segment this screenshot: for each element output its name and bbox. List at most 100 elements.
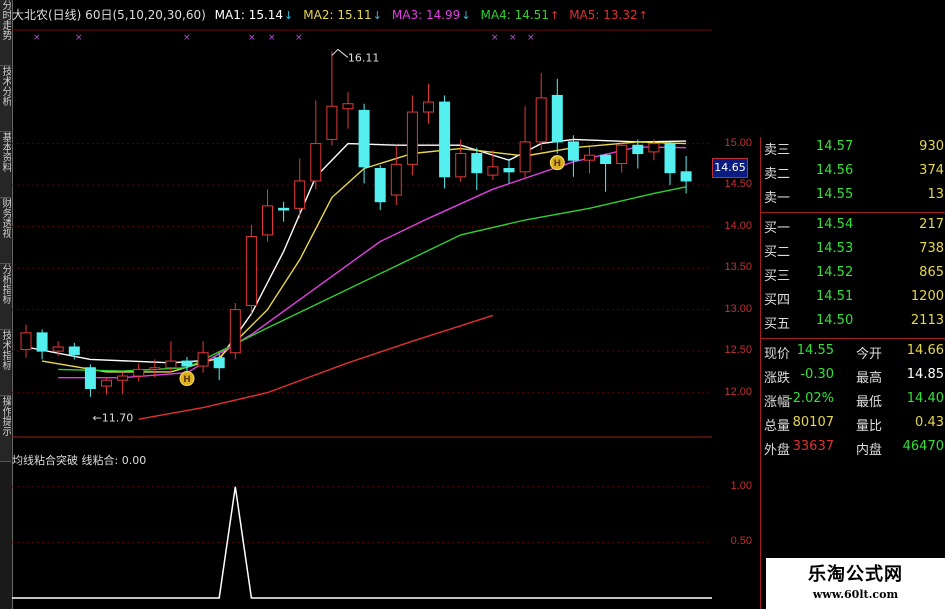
candle[interactable] (535, 73, 547, 151)
candle-body (680, 171, 692, 182)
candle[interactable] (616, 141, 628, 173)
candle[interactable] (519, 106, 531, 179)
sidebar-tab-1[interactable]: 分时走势 (0, 0, 11, 66)
quote-price: 14.55 (816, 187, 854, 202)
quote-panel: 卖三 14.57 930 卖二 14.56 374 卖一 14.55 13 买一 14.54 217 买… (760, 137, 945, 609)
candle-body (84, 367, 96, 389)
price-tick: 14.00 (724, 219, 752, 232)
candle[interactable] (503, 158, 515, 184)
candle[interactable] (390, 145, 402, 206)
candle[interactable] (406, 95, 418, 176)
candle[interactable] (84, 364, 96, 397)
candle[interactable] (20, 324, 32, 358)
ma-label-3: MA3: 14.99↓ (391, 8, 471, 22)
price-axis: 15.00 14.50 14.00 13.50 13.00 12.50 12.00 1.00 0… (712, 0, 760, 609)
bid-row: 买三 14.52 865 (761, 265, 945, 287)
quote-vol: 1200 (910, 289, 944, 304)
candle[interactable] (278, 201, 290, 222)
candle-body (374, 167, 386, 203)
sidebar-tab-2[interactable]: 技术分析 (0, 66, 11, 132)
candle-body (20, 332, 32, 350)
star-mark: × (491, 33, 499, 43)
candle[interactable] (229, 302, 241, 360)
sidebar-tab-4[interactable]: 财务透视 (0, 198, 11, 264)
ma-arrow-icon: ↑ (638, 9, 648, 22)
candle-body (616, 144, 628, 165)
candle-body (294, 180, 306, 209)
price-tick: 13.50 (724, 261, 752, 274)
stat-value: -2.02% (788, 391, 834, 406)
sidebar-tab-5[interactable]: 分析指标 (0, 264, 11, 330)
quote-label: 买二 (764, 245, 791, 260)
candle[interactable] (632, 139, 644, 169)
stat-label: 今开 (856, 347, 883, 362)
stat-label: 内盘 (856, 443, 883, 458)
indicator-header: 均线粘合突破 线粘合: 0.00 (12, 454, 147, 467)
candle-body (567, 141, 579, 161)
h-signal-icon: H (179, 371, 195, 387)
candle[interactable] (36, 329, 48, 360)
candle[interactable] (262, 189, 273, 242)
candle-body (535, 97, 547, 143)
bid-row: 买一 14.54 217 (761, 217, 945, 239)
candle[interactable] (664, 141, 676, 186)
candle[interactable] (584, 146, 595, 174)
candle-body (278, 207, 290, 211)
stat-value: 14.66 (906, 343, 944, 358)
candle[interactable] (197, 341, 209, 373)
ask-row: 卖一 14.55 13 (761, 187, 945, 209)
stat-label: 涨跌 (764, 371, 791, 386)
bid-row: 买二 14.53 738 (761, 241, 945, 263)
quote-vol: 217 (919, 217, 944, 232)
quote-price: 14.54 (816, 217, 854, 232)
candle[interactable] (567, 135, 579, 177)
candle[interactable] (326, 51, 338, 146)
candle-body (197, 352, 209, 367)
candle[interactable] (101, 377, 112, 395)
candle[interactable] (117, 372, 129, 395)
ma-arrow-icon: ↑ (549, 9, 560, 22)
bid-row: 买五 14.50 2113 (761, 313, 945, 335)
candle[interactable] (245, 224, 257, 314)
watermark-title: 乐淘公式网 (808, 564, 903, 585)
sidebar-tab-3[interactable]: 基本资料 (0, 132, 11, 198)
candle-body (584, 154, 595, 161)
candle-body (503, 167, 515, 173)
candle[interactable] (213, 352, 225, 381)
stat-row: 外盘 33637 内盘 46470 (761, 439, 945, 462)
price-tick: 12.00 (724, 385, 752, 398)
stat-label: 涨幅 (764, 395, 791, 410)
sidebar-tab-6[interactable]: 技术指标 (0, 330, 11, 396)
candle[interactable] (294, 158, 306, 219)
candle[interactable] (374, 165, 386, 210)
candle[interactable] (439, 95, 451, 189)
star-mark: × (295, 33, 303, 43)
stat-value: 14.55 (796, 343, 834, 358)
candle[interactable] (471, 147, 483, 191)
candle[interactable] (342, 92, 354, 129)
candle-body (133, 368, 145, 377)
candle-body (245, 236, 257, 306)
stat-label: 现价 (764, 347, 791, 362)
stat-value: -0.30 (800, 367, 834, 382)
candle-body (600, 154, 612, 165)
candle-body (181, 360, 193, 367)
candle-body (52, 346, 64, 352)
divider (761, 338, 945, 339)
candle-body (648, 143, 660, 153)
stat-value: 80107 (792, 415, 834, 430)
candle[interactable] (600, 153, 612, 192)
sidebar-tab-7[interactable]: 操作提示 (0, 396, 11, 462)
candle[interactable] (165, 341, 177, 373)
candle[interactable] (133, 363, 145, 382)
candle[interactable] (310, 100, 322, 190)
quote-label: 卖三 (764, 143, 791, 158)
current-price-tag: 14.65 (712, 158, 748, 178)
stat-row: 涨幅 -2.02% 最低 14.40 (761, 391, 945, 414)
candle[interactable] (423, 83, 434, 124)
candle-body (310, 143, 322, 182)
quote-price: 14.53 (816, 241, 854, 256)
kline-chart[interactable]: × × × × × × × × × H H 16.11 ←11.70 (12, 0, 712, 609)
candle-body (471, 153, 483, 174)
candle[interactable] (551, 78, 563, 154)
